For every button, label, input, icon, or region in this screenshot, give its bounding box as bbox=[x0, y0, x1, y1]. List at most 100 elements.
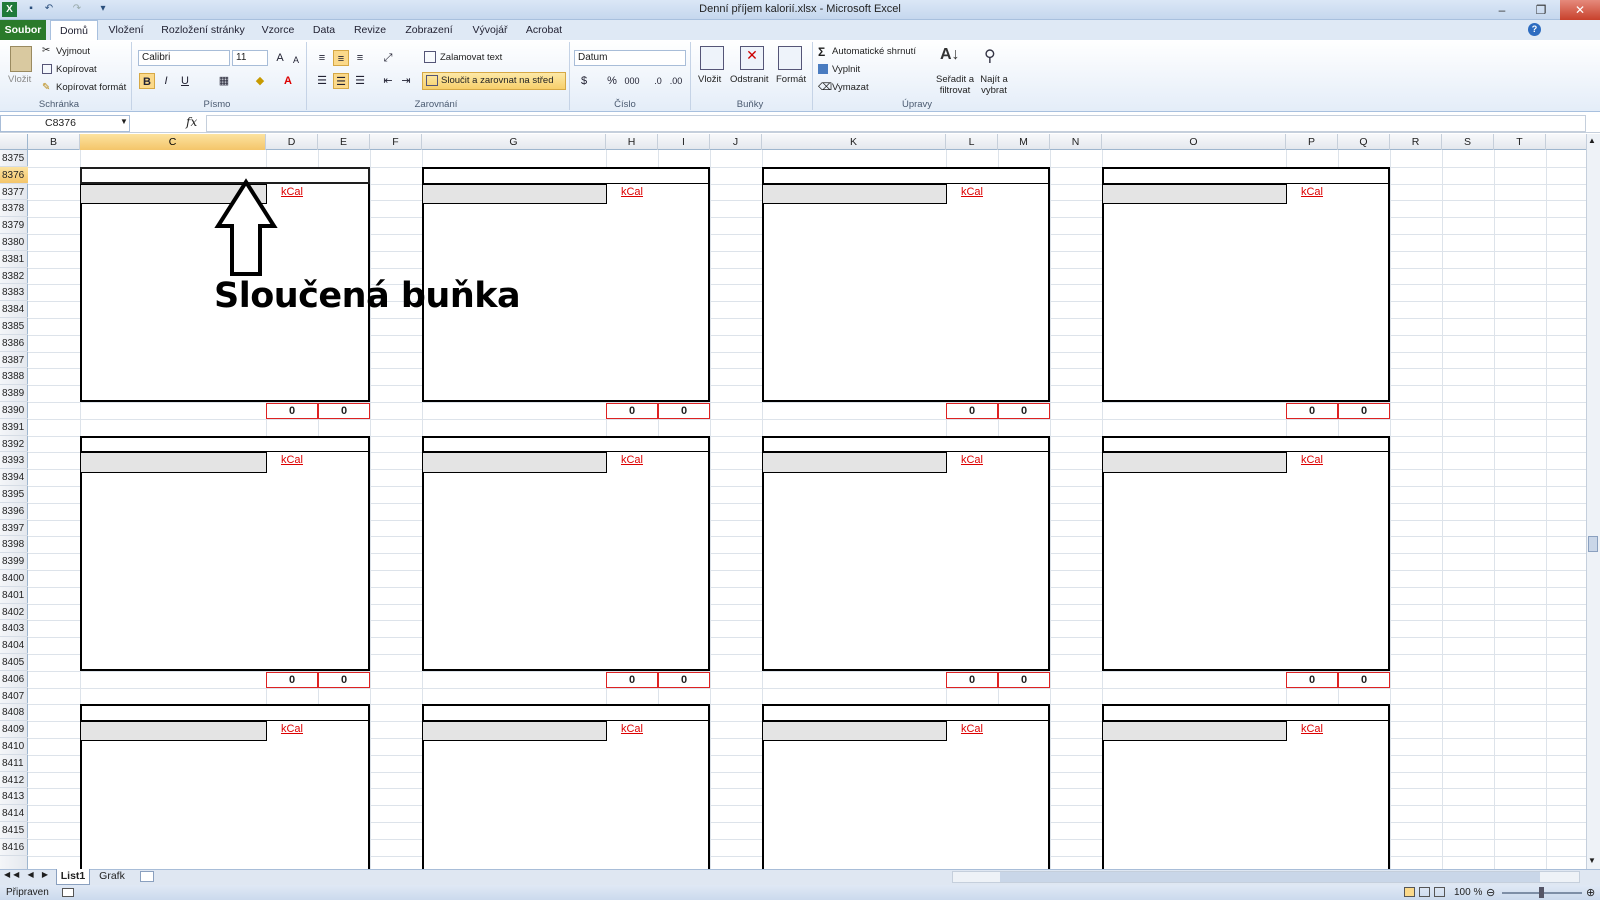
total-cell[interactable]: 0 bbox=[998, 671, 1050, 688]
column-header-F[interactable]: F bbox=[370, 134, 422, 150]
row-header-8386[interactable]: 8386 bbox=[0, 335, 28, 352]
total-cell[interactable]: 0 bbox=[1338, 403, 1390, 419]
meal-name-cell[interactable] bbox=[422, 721, 607, 742]
meal-name-cell[interactable] bbox=[1102, 452, 1287, 473]
row-header-8377[interactable]: 8377 bbox=[0, 184, 28, 201]
autosum-button[interactable]: Automatické shrnutí bbox=[832, 46, 916, 57]
row-header-8388[interactable]: 8388 bbox=[0, 368, 28, 386]
wrap-text-button[interactable]: Zalamovat text bbox=[440, 52, 502, 63]
clear-button[interactable]: Vymazat bbox=[832, 82, 869, 93]
font-color-icon[interactable]: A bbox=[280, 73, 296, 89]
total-cell[interactable]: 0 bbox=[658, 403, 710, 419]
row-header-8375[interactable]: 8375 bbox=[0, 150, 28, 167]
column-header-H[interactable]: H bbox=[606, 134, 658, 150]
increase-decimal-icon[interactable]: .0 bbox=[650, 73, 666, 89]
scroll-thumb[interactable] bbox=[1588, 536, 1598, 552]
column-header-K[interactable]: K bbox=[762, 134, 946, 150]
merged-header-cell[interactable] bbox=[1102, 436, 1390, 453]
row-header-8379[interactable]: 8379 bbox=[0, 217, 28, 234]
meal-name-cell[interactable] bbox=[762, 452, 947, 473]
tab-insert[interactable]: Vložení bbox=[104, 20, 148, 40]
row-header-8414[interactable]: 8414 bbox=[0, 805, 28, 822]
help-icon[interactable]: ? bbox=[1528, 23, 1541, 36]
row-header-8390[interactable]: 8390 bbox=[0, 402, 28, 419]
sort-filter-button[interactable]: Seřadit a filtrovat bbox=[934, 74, 976, 96]
column-header-Q[interactable]: Q bbox=[1338, 134, 1390, 150]
row-header-8413[interactable]: 8413 bbox=[0, 788, 28, 806]
column-header-J[interactable]: J bbox=[710, 134, 762, 150]
meal-name-cell[interactable] bbox=[80, 721, 267, 742]
insert-sheet-icon[interactable] bbox=[140, 871, 154, 882]
currency-icon[interactable]: $ bbox=[576, 73, 592, 89]
row-header-8415[interactable]: 8415 bbox=[0, 822, 28, 839]
orientation-icon[interactable]: ⤢ bbox=[380, 50, 396, 66]
paste-icon[interactable] bbox=[10, 46, 32, 72]
merged-header-cell[interactable] bbox=[422, 167, 710, 184]
row-header-8406[interactable]: 8406 bbox=[0, 671, 28, 688]
close-button[interactable]: ✕ bbox=[1560, 0, 1600, 20]
tab-formulas[interactable]: Vzorce bbox=[258, 20, 298, 40]
row-header-8376[interactable]: 8376 bbox=[0, 166, 28, 184]
row-header-8391[interactable]: 8391 bbox=[0, 419, 28, 436]
formula-input[interactable] bbox=[206, 115, 1586, 132]
total-cell[interactable]: 0 bbox=[658, 671, 710, 688]
meal-name-cell[interactable] bbox=[422, 183, 607, 204]
total-cell[interactable]: 0 bbox=[1286, 403, 1338, 419]
align-left-icon[interactable]: ☰ bbox=[314, 73, 330, 89]
row-header-8403[interactable]: 8403 bbox=[0, 620, 28, 638]
column-header-M[interactable]: M bbox=[998, 134, 1050, 150]
column-header-S[interactable]: S bbox=[1442, 134, 1494, 150]
normal-view-icon[interactable] bbox=[1404, 887, 1415, 897]
merged-header-cell[interactable] bbox=[1102, 167, 1390, 184]
row-header-8401[interactable]: 8401 bbox=[0, 587, 28, 604]
font-name-combo[interactable]: Calibri bbox=[138, 50, 230, 66]
zoom-level[interactable]: 100 % bbox=[1454, 885, 1482, 900]
format-painter-button[interactable]: Kopírovat formát bbox=[56, 82, 126, 93]
total-cell[interactable]: 0 bbox=[606, 671, 658, 688]
column-header-E[interactable]: E bbox=[318, 134, 370, 150]
total-cell[interactable]: 0 bbox=[946, 671, 998, 688]
increase-indent-icon[interactable]: ⇥ bbox=[398, 73, 414, 89]
row-header-8400[interactable]: 8400 bbox=[0, 570, 28, 587]
total-cell[interactable]: 0 bbox=[998, 403, 1050, 419]
row-header-8398[interactable]: 8398 bbox=[0, 536, 28, 554]
scroll-down-icon[interactable]: ▼ bbox=[1588, 856, 1596, 865]
row-header-8389[interactable]: 8389 bbox=[0, 385, 28, 402]
row-header-8410[interactable]: 8410 bbox=[0, 738, 28, 755]
merged-header-cell[interactable] bbox=[80, 436, 370, 453]
tab-acrobat[interactable]: Acrobat bbox=[522, 20, 566, 40]
align-top-icon[interactable]: ≡ bbox=[314, 50, 330, 66]
row-header-8381[interactable]: 8381 bbox=[0, 251, 28, 268]
row-header-8382[interactable]: 8382 bbox=[0, 268, 28, 285]
column-header-T[interactable]: T bbox=[1494, 134, 1546, 150]
row-header-8380[interactable]: 8380 bbox=[0, 234, 28, 251]
column-header-P[interactable]: P bbox=[1286, 134, 1338, 150]
insert-function-button[interactable]: fx bbox=[186, 115, 197, 129]
total-cell[interactable]: 0 bbox=[266, 403, 318, 419]
row-header-8396[interactable]: 8396 bbox=[0, 503, 28, 520]
grow-font-icon[interactable]: A bbox=[272, 50, 288, 66]
column-header-N[interactable]: N bbox=[1050, 134, 1102, 150]
fill-button[interactable]: Vyplnit bbox=[832, 64, 860, 75]
insert-cells-button[interactable]: Vložit bbox=[698, 74, 721, 85]
row-header-8384[interactable]: 8384 bbox=[0, 301, 28, 318]
row-header-8392[interactable]: 8392 bbox=[0, 436, 28, 453]
vertical-scrollbar[interactable] bbox=[1586, 134, 1600, 870]
paste-button-label[interactable]: Vložit bbox=[8, 74, 31, 85]
total-cell[interactable]: 0 bbox=[318, 671, 370, 688]
tab-file[interactable]: Soubor bbox=[0, 20, 46, 40]
merged-header-cell[interactable] bbox=[762, 704, 1050, 722]
zoom-in-icon[interactable]: ⊕ bbox=[1586, 886, 1595, 899]
row-header-8407[interactable]: 8407 bbox=[0, 688, 28, 705]
meal-name-cell[interactable] bbox=[422, 452, 607, 473]
meal-name-cell[interactable] bbox=[762, 183, 947, 204]
zoom-out-icon[interactable]: ⊖ bbox=[1486, 886, 1495, 899]
find-select-button[interactable]: Najít a vybrat bbox=[976, 74, 1012, 96]
column-header-G[interactable]: G bbox=[422, 134, 606, 150]
align-center-icon[interactable]: ☰ bbox=[333, 73, 349, 89]
row-header-8405[interactable]: 8405 bbox=[0, 654, 28, 671]
column-header-C[interactable]: C bbox=[80, 134, 266, 150]
copy-button[interactable]: Kopírovat bbox=[56, 64, 97, 75]
select-all-corner[interactable] bbox=[0, 134, 28, 150]
macro-record-icon[interactable] bbox=[62, 888, 74, 897]
